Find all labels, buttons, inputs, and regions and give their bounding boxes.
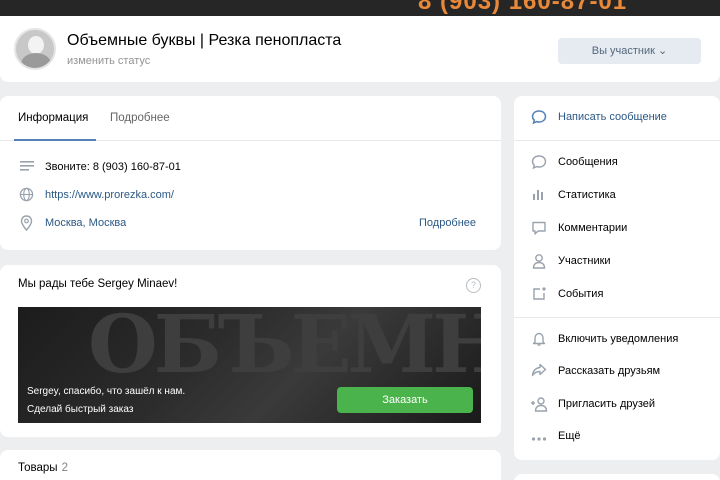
avatar-body-shape bbox=[21, 53, 51, 68]
enable-notifications-button[interactable]: Включить уведомления bbox=[530, 330, 720, 350]
info-tabs: Информация Подробнее bbox=[0, 96, 501, 141]
order-button[interactable]: Заказать bbox=[337, 387, 473, 413]
comment-icon bbox=[530, 220, 548, 238]
actions-sidebar: Написать сообщение Сообщения Статистика … bbox=[514, 96, 720, 460]
info-row-phone: Звоните: 8 (903) 160-87-01 bbox=[18, 157, 488, 177]
banner-subtext: Сделай быстрый заказ bbox=[27, 404, 134, 415]
sidebar-label-events: События bbox=[558, 288, 604, 300]
banner-decor-letters: ОБЪЕМНЫЕ bbox=[88, 307, 481, 391]
help-icon[interactable]: ? bbox=[466, 278, 481, 293]
avatar-head-shape bbox=[28, 36, 44, 54]
notifications-label: Включить уведомления bbox=[558, 333, 679, 345]
sidebar-label-messages: Сообщения bbox=[558, 156, 618, 168]
welcome-widget: Мы рады тебе Sergey Minaev! ? ОБЪЕМНЫЕ S… bbox=[0, 265, 501, 437]
more-dots-icon bbox=[530, 428, 548, 446]
invite-label: Пригласить друзей bbox=[558, 398, 656, 410]
user-icon bbox=[530, 253, 548, 271]
goods-title[interactable]: Товары 2 bbox=[18, 462, 68, 474]
tab-information[interactable]: Информация bbox=[18, 112, 88, 124]
share-arrow-icon bbox=[530, 363, 548, 381]
group-avatar[interactable] bbox=[14, 28, 56, 70]
group-header: Объемные буквы | Резка пенопласта измени… bbox=[0, 16, 720, 82]
info-row-website: https://www.prorezka.com/ bbox=[18, 185, 488, 205]
invite-friends-button[interactable]: Пригласить друзей bbox=[530, 395, 720, 415]
tab-details[interactable]: Подробнее bbox=[110, 112, 170, 124]
globe-icon bbox=[18, 187, 35, 204]
sidebar-label-comments: Комментарии bbox=[558, 222, 628, 234]
sidebar-label-members: Участники bbox=[558, 255, 611, 267]
text-lines-icon bbox=[18, 159, 35, 176]
active-tab-underline bbox=[14, 139, 96, 141]
sidebar-item-statistics[interactable]: Статистика bbox=[530, 186, 720, 206]
group-title: Объемные буквы | Резка пенопласта bbox=[67, 32, 342, 49]
event-icon bbox=[530, 286, 548, 304]
bell-icon bbox=[530, 331, 548, 349]
sidebar-divider bbox=[514, 140, 720, 141]
sidebar-next-card bbox=[514, 474, 720, 480]
sidebar-item-messages[interactable]: Сообщения bbox=[530, 153, 720, 173]
sidebar-item-comments[interactable]: Комментарии bbox=[530, 219, 720, 239]
goods-count: 2 bbox=[61, 462, 68, 474]
goods-title-label: Товары bbox=[18, 462, 58, 474]
bar-chart-icon bbox=[530, 187, 548, 205]
website-link[interactable]: https://www.prorezka.com/ bbox=[45, 189, 174, 201]
location-pin-icon bbox=[18, 215, 35, 232]
welcome-banner: ОБЪЕМНЫЕ Sergey, спасибо, что зашёл к на… bbox=[18, 307, 481, 423]
share-button[interactable]: Рассказать друзьям bbox=[530, 362, 720, 382]
cover-phone-text: 8 (903) 160-87-01 bbox=[418, 0, 628, 15]
member-status-button[interactable]: Вы участник ⌄ bbox=[558, 38, 701, 64]
more-label: Ещё bbox=[558, 430, 581, 442]
add-user-icon bbox=[530, 396, 548, 414]
goods-section: Товары 2 bbox=[0, 450, 501, 480]
write-message-label: Написать сообщение bbox=[558, 111, 667, 123]
sidebar-divider bbox=[514, 317, 720, 318]
banner-greeting: Sergey, спасибо, что зашёл к нам. bbox=[27, 386, 186, 397]
sidebar-item-events[interactable]: События bbox=[530, 285, 720, 305]
share-label: Рассказать друзьям bbox=[558, 365, 661, 377]
welcome-title: Мы рады тебе Sergey Minaev! bbox=[18, 278, 178, 290]
message-bubble-icon bbox=[530, 109, 548, 127]
write-message-button[interactable]: Написать сообщение bbox=[530, 108, 720, 128]
phone-text: Звоните: 8 (903) 160-87-01 bbox=[45, 161, 181, 173]
cover-image: 8 (903) 160-87-01 bbox=[0, 0, 720, 16]
sidebar-item-members[interactable]: Участники bbox=[530, 252, 720, 272]
location-link[interactable]: Москва, Москва bbox=[45, 217, 126, 229]
change-status-link[interactable]: изменить статус bbox=[67, 55, 150, 67]
messages-icon bbox=[530, 154, 548, 172]
more-actions-button[interactable]: Ещё bbox=[530, 427, 720, 447]
info-row-location: Москва, Москва bbox=[18, 213, 488, 233]
sidebar-label-statistics: Статистика bbox=[558, 189, 616, 201]
details-link[interactable]: Подробнее bbox=[419, 217, 476, 229]
